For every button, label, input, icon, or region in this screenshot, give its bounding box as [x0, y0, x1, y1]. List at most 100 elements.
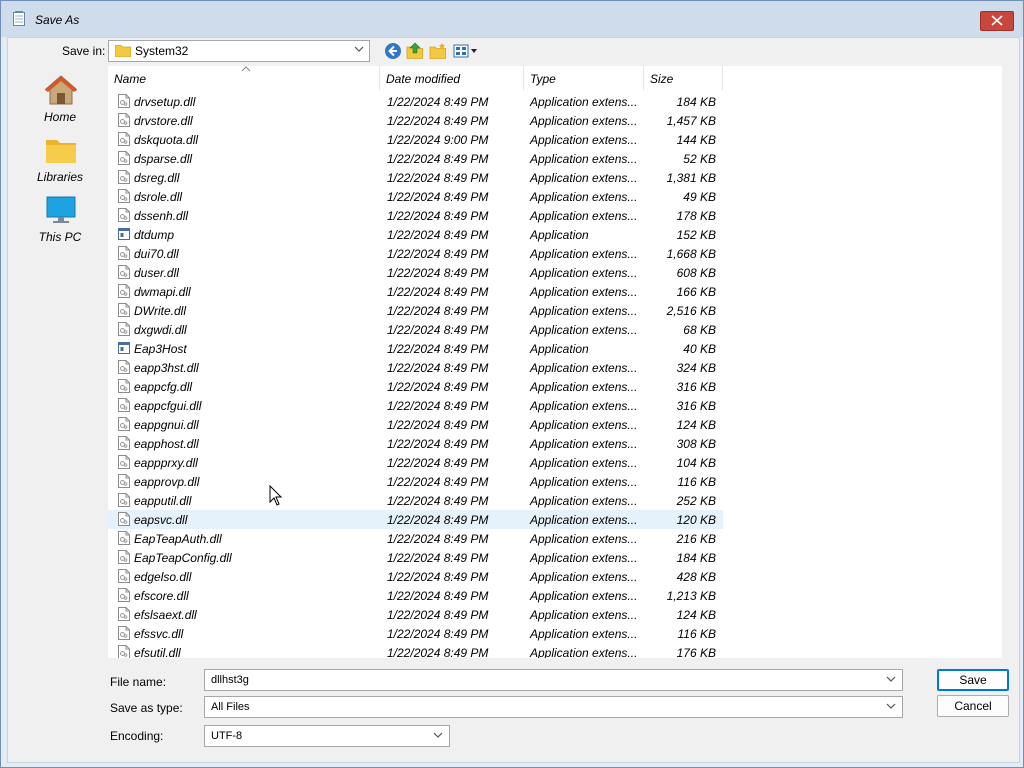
file-size: 49 KB — [683, 190, 716, 204]
file-row[interactable]: eapsvc.dll 1/22/2024 8:49 PM Application e… — [108, 510, 723, 529]
place-label: This PC — [38, 230, 82, 244]
column-header-size[interactable]: Size — [644, 66, 723, 90]
file-date: 1/22/2024 8:49 PM — [387, 247, 489, 261]
file-name: eappcfgui.dll — [134, 399, 202, 413]
file-size: 68 KB — [683, 323, 716, 337]
file-row[interactable]: dsreg.dll 1/22/2024 8:49 PM Application ex… — [108, 168, 723, 187]
place-this-pc[interactable]: This PC — [14, 194, 106, 250]
save-as-type-dropdown[interactable]: All Files — [204, 696, 903, 718]
dll-file-icon — [118, 493, 130, 507]
file-date: 1/22/2024 8:49 PM — [387, 646, 489, 658]
dll-file-icon — [118, 474, 130, 488]
file-size: 152 KB — [676, 228, 716, 242]
file-row[interactable]: dsparse.dll 1/22/2024 8:49 PM Application … — [108, 149, 723, 168]
file-row[interactable]: eappprxy.dll 1/22/2024 8:49 PM Application… — [108, 453, 723, 472]
column-header-type[interactable]: Type — [524, 66, 644, 90]
file-row[interactable]: eapp3hst.dll 1/22/2024 8:49 PM Application… — [108, 358, 723, 377]
file-row[interactable]: dsrole.dll 1/22/2024 8:49 PM Application e… — [108, 187, 723, 206]
dll-file-icon — [118, 626, 130, 640]
file-row[interactable]: EapTeapAuth.dll 1/22/2024 8:49 PM Applicat… — [108, 529, 723, 548]
file-size: 166 KB — [676, 285, 716, 299]
back-icon[interactable] — [384, 42, 402, 60]
place-label: Libraries — [36, 170, 84, 184]
file-name: dxgwdi.dll — [134, 323, 187, 337]
file-row[interactable]: dui70.dll 1/22/2024 8:49 PM Application ex… — [108, 244, 723, 263]
dll-file-icon — [118, 322, 130, 336]
file-name: dsparse.dll — [134, 152, 193, 166]
file-row[interactable]: edgelso.dll 1/22/2024 8:49 PM Application … — [108, 567, 723, 586]
file-row[interactable]: EapTeapConfig.dll 1/22/2024 8:49 PM Applic… — [108, 548, 723, 567]
place-label: Home — [43, 110, 76, 124]
file-row[interactable]: eappcfgui.dll 1/22/2024 8:49 PM Applicatio… — [108, 396, 723, 415]
title-bar[interactable]: Save As — [1, 1, 1023, 37]
file-type: Application extens... — [530, 589, 638, 603]
file-name-input[interactable]: dllhst3g — [204, 669, 903, 691]
file-date: 1/22/2024 8:49 PM — [387, 209, 489, 223]
file-row[interactable]: eapprovp.dll 1/22/2024 8:49 PM Application… — [108, 472, 723, 491]
column-date-label: Date modified — [386, 72, 461, 86]
dll-file-icon — [118, 94, 130, 108]
file-row[interactable]: Eap3Host 1/22/2024 8:49 PM Application 40 K… — [108, 339, 723, 358]
file-row[interactable]: efscore.dll 1/22/2024 8:49 PM Application … — [108, 586, 723, 605]
file-list[interactable]: Name Date modified Type Size drvsetup.dl… — [108, 66, 1002, 658]
file-row[interactable]: eappcfg.dll 1/22/2024 8:49 PM Application … — [108, 377, 723, 396]
place-libraries[interactable]: Libraries — [14, 134, 106, 190]
file-name: dui70.dll — [134, 247, 179, 261]
file-type: Application extens... — [530, 399, 638, 413]
file-name: dsreg.dll — [134, 171, 180, 185]
file-size: 252 KB — [676, 494, 716, 508]
file-date: 1/22/2024 8:49 PM — [387, 342, 489, 356]
file-type: Application extens... — [530, 627, 638, 641]
file-row[interactable]: dtdump 1/22/2024 8:49 PM Application 152 KB — [108, 225, 723, 244]
dll-file-icon — [118, 132, 130, 146]
file-row[interactable]: DWrite.dll 1/22/2024 8:49 PM Application e… — [108, 301, 723, 320]
close-button[interactable] — [980, 11, 1014, 31]
up-folder-icon[interactable] — [406, 42, 424, 60]
chevron-down-icon[interactable] — [886, 675, 896, 683]
file-size: 316 KB — [676, 399, 716, 413]
view-menu-icon[interactable] — [453, 42, 479, 60]
dll-file-icon — [118, 303, 130, 317]
column-header-date[interactable]: Date modified — [380, 66, 524, 90]
chevron-down-icon — [886, 703, 896, 709]
file-date: 1/22/2024 8:49 PM — [387, 285, 489, 299]
file-size: 184 KB — [676, 551, 716, 565]
file-row[interactable]: drvsetup.dll 1/22/2024 8:49 PM Application… — [108, 92, 723, 111]
cancel-button[interactable]: Cancel — [937, 695, 1009, 717]
file-row[interactable]: dskquota.dll 1/22/2024 9:00 PM Application… — [108, 130, 723, 149]
file-date: 1/22/2024 8:49 PM — [387, 114, 489, 128]
file-name: eappgnui.dll — [134, 418, 199, 432]
file-row[interactable]: efslsaext.dll 1/22/2024 8:49 PM Applicatio… — [108, 605, 723, 624]
file-row[interactable]: dssenh.dll 1/22/2024 8:49 PM Application e… — [108, 206, 723, 225]
file-row[interactable]: eapputil.dll 1/22/2024 8:49 PM Application… — [108, 491, 723, 510]
file-size: 2,516 KB — [666, 304, 716, 318]
file-row[interactable]: duser.dll 1/22/2024 8:49 PM Application ex… — [108, 263, 723, 282]
file-row[interactable]: drvstore.dll 1/22/2024 8:49 PM Application… — [108, 111, 723, 130]
file-row[interactable]: dxgwdi.dll 1/22/2024 8:49 PM Application e… — [108, 320, 723, 339]
file-name: eapsvc.dll — [134, 513, 188, 527]
file-type: Application extens... — [530, 380, 638, 394]
file-row[interactable]: efsutil.dll 1/22/2024 8:49 PM Application … — [108, 643, 723, 658]
save-as-type-label: Save as type: — [110, 701, 183, 715]
file-row[interactable]: dwmapi.dll 1/22/2024 8:49 PM Application e… — [108, 282, 723, 301]
file-row[interactable]: efssvc.dll 1/22/2024 8:49 PM Application e… — [108, 624, 723, 643]
new-folder-icon[interactable] — [429, 42, 447, 60]
file-type: Application — [530, 228, 589, 242]
column-header-name[interactable]: Name — [108, 66, 380, 90]
file-type: Application — [530, 342, 589, 356]
save-button[interactable]: Save — [937, 669, 1009, 691]
file-row[interactable]: eappgnui.dll 1/22/2024 8:49 PM Application… — [108, 415, 723, 434]
dll-file-icon — [118, 645, 130, 658]
column-header: Name Date modified Type Size — [108, 66, 723, 90]
encoding-dropdown[interactable]: UTF-8 — [204, 725, 450, 747]
dll-file-icon — [118, 607, 130, 621]
file-size: 1,668 KB — [666, 247, 716, 261]
file-size: 184 KB — [676, 95, 716, 109]
place-home[interactable]: Home — [14, 74, 106, 130]
save-in-dropdown[interactable]: System32 — [108, 40, 370, 62]
file-type: Application extens... — [530, 608, 638, 622]
dll-file-icon — [118, 265, 130, 279]
file-size: 178 KB — [676, 209, 716, 223]
file-row[interactable]: eapphost.dll 1/22/2024 8:49 PM Application… — [108, 434, 723, 453]
sort-ascending-icon — [241, 66, 251, 72]
